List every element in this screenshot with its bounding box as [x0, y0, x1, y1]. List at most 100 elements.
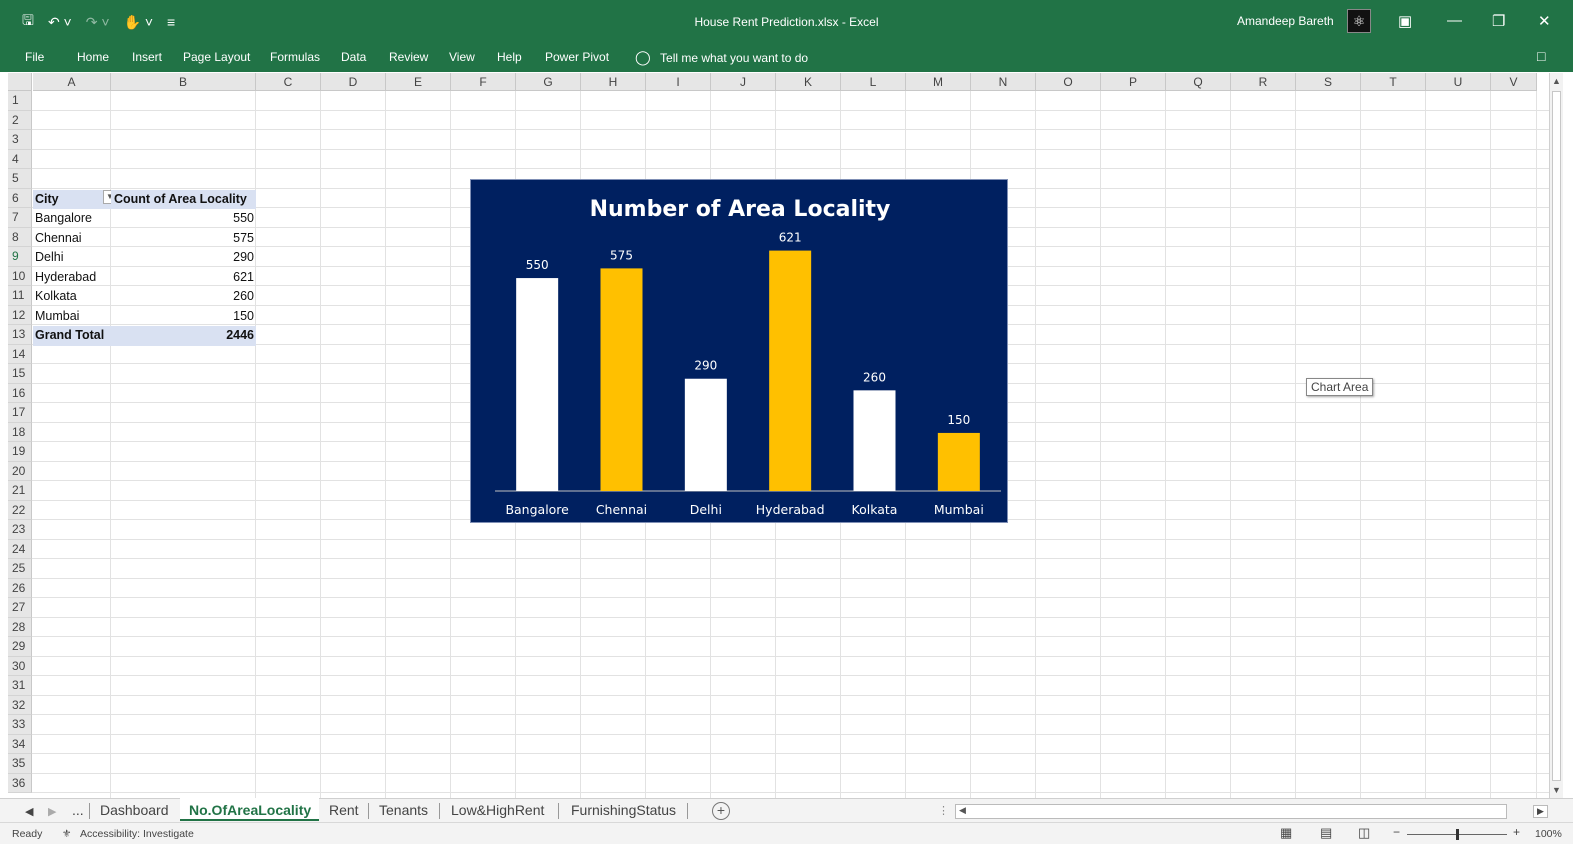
column-header[interactable]: O: [1036, 73, 1101, 91]
prev-sheet-icon[interactable]: ◀: [25, 805, 33, 818]
bar-bangalore[interactable]: [516, 278, 559, 491]
column-header[interactable]: A: [33, 73, 111, 91]
column-header[interactable]: B: [111, 73, 256, 91]
sheet-tab-tenants[interactable]: Tenants: [379, 802, 428, 818]
bar-chennai[interactable]: [600, 268, 643, 491]
row-header[interactable]: 10: [8, 266, 32, 286]
row-header[interactable]: 29: [8, 637, 32, 657]
pivot-header-count[interactable]: Count of Area Locality: [111, 189, 256, 209]
row-header[interactable]: 19: [8, 442, 32, 462]
pivot-city-cell[interactable]: Hyderabad: [33, 268, 111, 288]
row-header[interactable]: 22: [8, 500, 32, 520]
row-header[interactable]: 5: [8, 169, 32, 189]
column-header[interactable]: G: [516, 73, 581, 91]
tab-insert[interactable]: Insert: [132, 50, 162, 64]
pivot-grand-total-label[interactable]: Grand Total: [33, 326, 111, 346]
accessibility-status[interactable]: Accessibility: Investigate: [80, 828, 194, 840]
row-header[interactable]: 24: [8, 539, 32, 559]
tab-review[interactable]: Review: [389, 50, 428, 64]
pivot-count-cell[interactable]: 150: [111, 307, 254, 327]
bar-delhi[interactable]: [684, 378, 727, 491]
row-header[interactable]: 13: [8, 325, 32, 345]
row-header[interactable]: 7: [8, 208, 32, 228]
column-header[interactable]: C: [256, 73, 321, 91]
column-header[interactable]: K: [776, 73, 841, 91]
tab-power-pivot[interactable]: Power Pivot: [545, 50, 609, 64]
tab-data[interactable]: Data: [341, 50, 366, 64]
column-header[interactable]: P: [1101, 73, 1166, 91]
pivot-city-cell[interactable]: Delhi: [33, 248, 111, 268]
row-header[interactable]: 25: [8, 559, 32, 579]
row-header[interactable]: 4: [8, 149, 32, 169]
pivot-count-cell[interactable]: 290: [111, 248, 254, 268]
minimize-icon[interactable]: —: [1447, 12, 1462, 29]
scroll-left-icon[interactable]: ◀: [959, 805, 966, 816]
pivot-city-cell[interactable]: Kolkata: [33, 287, 111, 307]
scroll-down-icon[interactable]: ▼: [1552, 785, 1561, 795]
tab-splitter-icon[interactable]: ⋮: [938, 804, 949, 817]
add-sheet-button[interactable]: +: [712, 802, 730, 820]
page-break-preview-icon[interactable]: ◫: [1358, 825, 1370, 841]
bar-hyderabad[interactable]: [769, 250, 812, 491]
column-header[interactable]: U: [1426, 73, 1491, 91]
zoom-in-icon[interactable]: +: [1513, 825, 1520, 839]
column-header[interactable]: D: [321, 73, 386, 91]
column-header[interactable]: M: [906, 73, 971, 91]
row-header[interactable]: 28: [8, 617, 32, 637]
sheet-tab-no-of-area-locality[interactable]: No.OfAreaLocality: [189, 802, 311, 818]
tell-me-search[interactable]: ◯ Tell me what you want to do: [635, 49, 808, 66]
select-all-corner[interactable]: [8, 73, 32, 91]
row-header[interactable]: 35: [8, 754, 32, 774]
column-header[interactable]: V: [1491, 73, 1537, 91]
tab-home[interactable]: Home: [77, 50, 109, 64]
horizontal-scrollbar[interactable]: ◀: [955, 804, 1507, 819]
tab-help[interactable]: Help: [497, 50, 522, 64]
accessibility-icon[interactable]: ⚜: [62, 828, 71, 840]
pivot-grand-total-value[interactable]: 2446: [111, 326, 256, 346]
row-header[interactable]: 26: [8, 578, 32, 598]
bar-mumbai[interactable]: [937, 432, 980, 491]
pivot-header-city[interactable]: City: [33, 189, 111, 209]
pivot-city-cell[interactable]: Bangalore: [33, 209, 111, 229]
restore-icon[interactable]: ❐: [1492, 12, 1505, 30]
avatar[interactable]: ⚛: [1347, 9, 1371, 33]
pivot-city-cell[interactable]: Chennai: [33, 229, 111, 249]
row-header[interactable]: 2: [8, 110, 32, 130]
row-header[interactable]: 8: [8, 227, 32, 247]
row-header[interactable]: 16: [8, 383, 32, 403]
row-header[interactable]: 12: [8, 305, 32, 325]
next-sheet-icon[interactable]: ▶: [48, 805, 56, 818]
column-header[interactable]: S: [1296, 73, 1361, 91]
tab-view[interactable]: View: [449, 50, 475, 64]
ribbon-display-options-icon[interactable]: ▣: [1398, 12, 1412, 30]
sheet-tab-dashboard[interactable]: Dashboard: [100, 802, 169, 818]
column-header[interactable]: I: [646, 73, 711, 91]
scroll-up-icon[interactable]: ▲: [1552, 76, 1561, 86]
row-header[interactable]: 34: [8, 734, 32, 754]
tab-page-layout[interactable]: Page Layout: [183, 50, 250, 64]
pivot-city-cell[interactable]: Mumbai: [33, 307, 111, 327]
column-header[interactable]: E: [386, 73, 451, 91]
zoom-level[interactable]: 100%: [1535, 828, 1562, 840]
row-header[interactable]: 31: [8, 676, 32, 696]
tab-formulas[interactable]: Formulas: [270, 50, 320, 64]
scroll-thumb[interactable]: [1552, 91, 1561, 781]
pivot-count-cell[interactable]: 550: [111, 209, 254, 229]
column-header[interactable]: H: [581, 73, 646, 91]
row-header[interactable]: 33: [8, 715, 32, 735]
sheet-tab-rent[interactable]: Rent: [329, 802, 359, 818]
row-header[interactable]: 14: [8, 344, 32, 364]
pivot-count-cell[interactable]: 621: [111, 268, 254, 288]
more-sheets-button[interactable]: ...: [72, 802, 84, 818]
page-layout-view-icon[interactable]: ▤: [1320, 825, 1332, 841]
user-name[interactable]: Amandeep Bareth: [1237, 14, 1334, 28]
row-header[interactable]: 9: [8, 247, 32, 267]
column-header[interactable]: T: [1361, 73, 1426, 91]
row-header[interactable]: 20: [8, 461, 32, 481]
row-header[interactable]: 6: [8, 188, 32, 208]
row-header[interactable]: 27: [8, 598, 32, 618]
zoom-slider-thumb[interactable]: [1456, 829, 1459, 840]
row-header[interactable]: 18: [8, 422, 32, 442]
sheet-tab-furnishing-status[interactable]: FurnishingStatus: [571, 802, 676, 818]
column-header[interactable]: R: [1231, 73, 1296, 91]
